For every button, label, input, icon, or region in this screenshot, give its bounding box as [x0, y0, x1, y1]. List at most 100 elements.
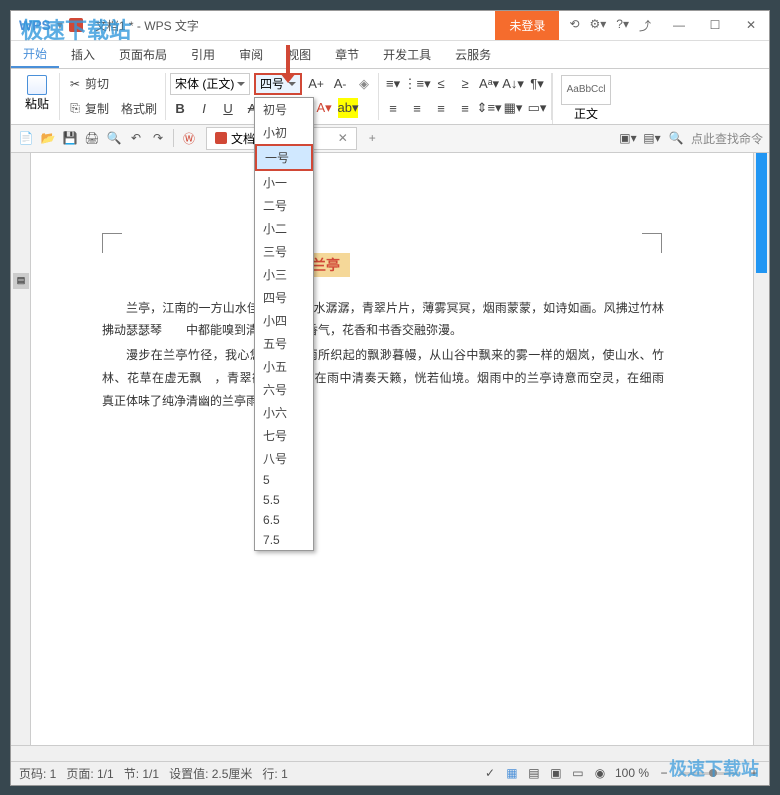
shading-button[interactable]: ▦▾	[503, 98, 523, 118]
font-size-option[interactable]: 小初	[255, 121, 313, 144]
font-color-button[interactable]: A▾	[314, 98, 334, 118]
font-size-option[interactable]: 三号	[255, 240, 313, 263]
numbering-button[interactable]: ⋮≡▾	[407, 74, 427, 94]
status-page[interactable]: 页码: 1	[19, 765, 56, 782]
align-justify-button[interactable]: ≡	[455, 98, 475, 118]
indent-inc-button[interactable]: ≥	[455, 74, 475, 94]
font-size-option[interactable]: 7.5	[255, 530, 313, 550]
wps-cloud-icon[interactable]: Ⓦ	[180, 129, 198, 147]
menu-item-1[interactable]: 插入	[59, 41, 107, 68]
font-size-option[interactable]: 6.5	[255, 510, 313, 530]
share-icon[interactable]: ⤴	[639, 17, 651, 34]
redo-icon[interactable]: ↷	[149, 129, 167, 147]
font-size-option[interactable]: 小一	[255, 171, 313, 194]
zoom-level[interactable]: 100 %	[615, 766, 649, 780]
paragraph[interactable]: 兰亭，江南的一方山水佳境， 溪水潺潺，青翠片片，薄雾冥冥，烟雨蒙蒙，如诗如画。风…	[102, 297, 664, 343]
menu-item-7[interactable]: 开发工具	[371, 41, 443, 68]
cut-button[interactable]: ✂剪切	[64, 73, 113, 94]
tab-add-button[interactable]: +	[369, 131, 376, 145]
sync-icon[interactable]: ⟲	[569, 17, 579, 34]
undo-icon[interactable]: ↶	[127, 129, 145, 147]
preview-icon[interactable]: 🔍	[105, 129, 123, 147]
print-icon[interactable]: 🖨	[83, 129, 101, 147]
spell-check-icon[interactable]: ✓	[483, 766, 497, 780]
align-right-button[interactable]: ≡	[431, 98, 451, 118]
font-size-select[interactable]: 四号 初号小初一号小一二号小二三号小三四号小四五号小五六号小六七号八号55.56…	[254, 73, 302, 95]
close-button[interactable]: ✕	[733, 11, 769, 40]
scroll-thumb[interactable]	[756, 153, 767, 273]
view-read-icon[interactable]: ▭	[571, 766, 585, 780]
gear-icon[interactable]: ⚙▾	[590, 17, 607, 34]
view-mode-icon[interactable]: ▣▾	[619, 129, 637, 147]
bullets-button[interactable]: ≡▾	[383, 74, 403, 94]
menu-item-0[interactable]: 开始	[11, 41, 59, 68]
open-icon[interactable]: 📂	[39, 129, 57, 147]
font-size-option[interactable]: 五号	[255, 332, 313, 355]
save-icon[interactable]: 💾	[61, 129, 79, 147]
status-pages[interactable]: 页面: 1/1	[66, 765, 113, 782]
borders-button[interactable]: ▭▾	[527, 98, 547, 118]
indent-dec-button[interactable]: ≤	[431, 74, 451, 94]
font-size-option[interactable]: 四号	[255, 286, 313, 309]
clear-format-button[interactable]: ◈	[354, 74, 374, 94]
font-size-option[interactable]: 初号	[255, 98, 313, 121]
format-painter-button[interactable]: 格式刷	[117, 98, 161, 119]
italic-button[interactable]: I	[194, 98, 214, 118]
menu-item-5[interactable]: 视图	[275, 41, 323, 68]
login-button[interactable]: 未登录	[495, 11, 559, 40]
font-size-option[interactable]: 六号	[255, 378, 313, 401]
menu-item-3[interactable]: 引用	[179, 41, 227, 68]
zoom-slider[interactable]	[679, 772, 739, 775]
view-focus-icon[interactable]: ◉	[593, 766, 607, 780]
decrease-font-button[interactable]: A-	[330, 74, 350, 94]
font-name-select[interactable]: 宋体 (正文)	[170, 73, 250, 95]
font-size-option[interactable]: 小三	[255, 263, 313, 286]
font-size-option[interactable]: 二号	[255, 194, 313, 217]
font-size-option[interactable]: 小五	[255, 355, 313, 378]
font-size-option[interactable]: 小四	[255, 309, 313, 332]
font-size-option[interactable]: 一号	[255, 144, 313, 171]
zoom-out-button[interactable]: −	[657, 766, 671, 780]
menu-item-8[interactable]: 云服务	[443, 41, 503, 68]
highlight-button[interactable]: ab▾	[338, 98, 358, 118]
font-size-option[interactable]: 小六	[255, 401, 313, 424]
font-size-option[interactable]: 八号	[255, 447, 313, 470]
maximize-button[interactable]: ☐	[697, 11, 733, 40]
document-scroll[interactable]: 兰亭 兰亭，江南的一方山水佳境， 溪水潺潺，青翠片片，薄雾冥冥，烟雨蒙蒙，如诗如…	[31, 153, 753, 745]
menu-item-4[interactable]: 审阅	[227, 41, 275, 68]
new-icon[interactable]: 📄	[17, 129, 35, 147]
show-marks-button[interactable]: ¶▾	[527, 74, 547, 94]
underline-button[interactable]: U	[218, 98, 238, 118]
view-outline-icon[interactable]: ▣	[549, 766, 563, 780]
search-icon[interactable]: 🔍	[667, 129, 685, 147]
style-preview[interactable]: AaBbCcl	[561, 75, 611, 105]
search-placeholder[interactable]: 点此查找命令	[691, 130, 763, 147]
reading-icon[interactable]: ▤▾	[643, 129, 661, 147]
font-size-option[interactable]: 小二	[255, 217, 313, 240]
paragraph[interactable]: 漫步在兰亭竹径，我心悠然。 雨所织起的飘渺暮幔，从山谷中飘来的雾一样的烟岚，使山…	[102, 344, 664, 412]
bold-button[interactable]: B	[170, 98, 190, 118]
paste-button[interactable]: 粘贴	[19, 73, 55, 114]
case-button[interactable]: Aᵃ▾	[479, 74, 499, 94]
menu-item-2[interactable]: 页面布局	[107, 41, 179, 68]
copy-button[interactable]: ⎘复制	[64, 98, 113, 119]
increase-font-button[interactable]: A+	[306, 74, 326, 94]
font-size-option[interactable]: 5	[255, 470, 313, 490]
font-size-option[interactable]: 5.5	[255, 490, 313, 510]
line-spacing-button[interactable]: ⇕≡▾	[479, 98, 499, 118]
font-size-option[interactable]: 七号	[255, 424, 313, 447]
document-body[interactable]: 兰亭，江南的一方山水佳境， 溪水潺潺，青翠片片，薄雾冥冥，烟雨蒙蒙，如诗如画。风…	[102, 297, 664, 413]
outline-toggle[interactable]: ▤	[13, 273, 29, 289]
view-web-icon[interactable]: ▤	[527, 766, 541, 780]
menu-item-6[interactable]: 章节	[323, 41, 371, 68]
zoom-in-button[interactable]: +	[747, 766, 761, 780]
help-icon[interactable]: ?▾	[616, 17, 629, 34]
sort-button[interactable]: A↓▾	[503, 74, 523, 94]
align-center-button[interactable]: ≡	[407, 98, 427, 118]
align-left-button[interactable]: ≡	[383, 98, 403, 118]
vertical-scrollbar[interactable]	[753, 153, 769, 745]
minimize-button[interactable]: —	[661, 11, 697, 40]
dropdown-icon[interactable]: ▾	[57, 18, 63, 32]
view-print-icon[interactable]: ▦	[505, 766, 519, 780]
horizontal-scrollbar[interactable]	[11, 745, 769, 761]
